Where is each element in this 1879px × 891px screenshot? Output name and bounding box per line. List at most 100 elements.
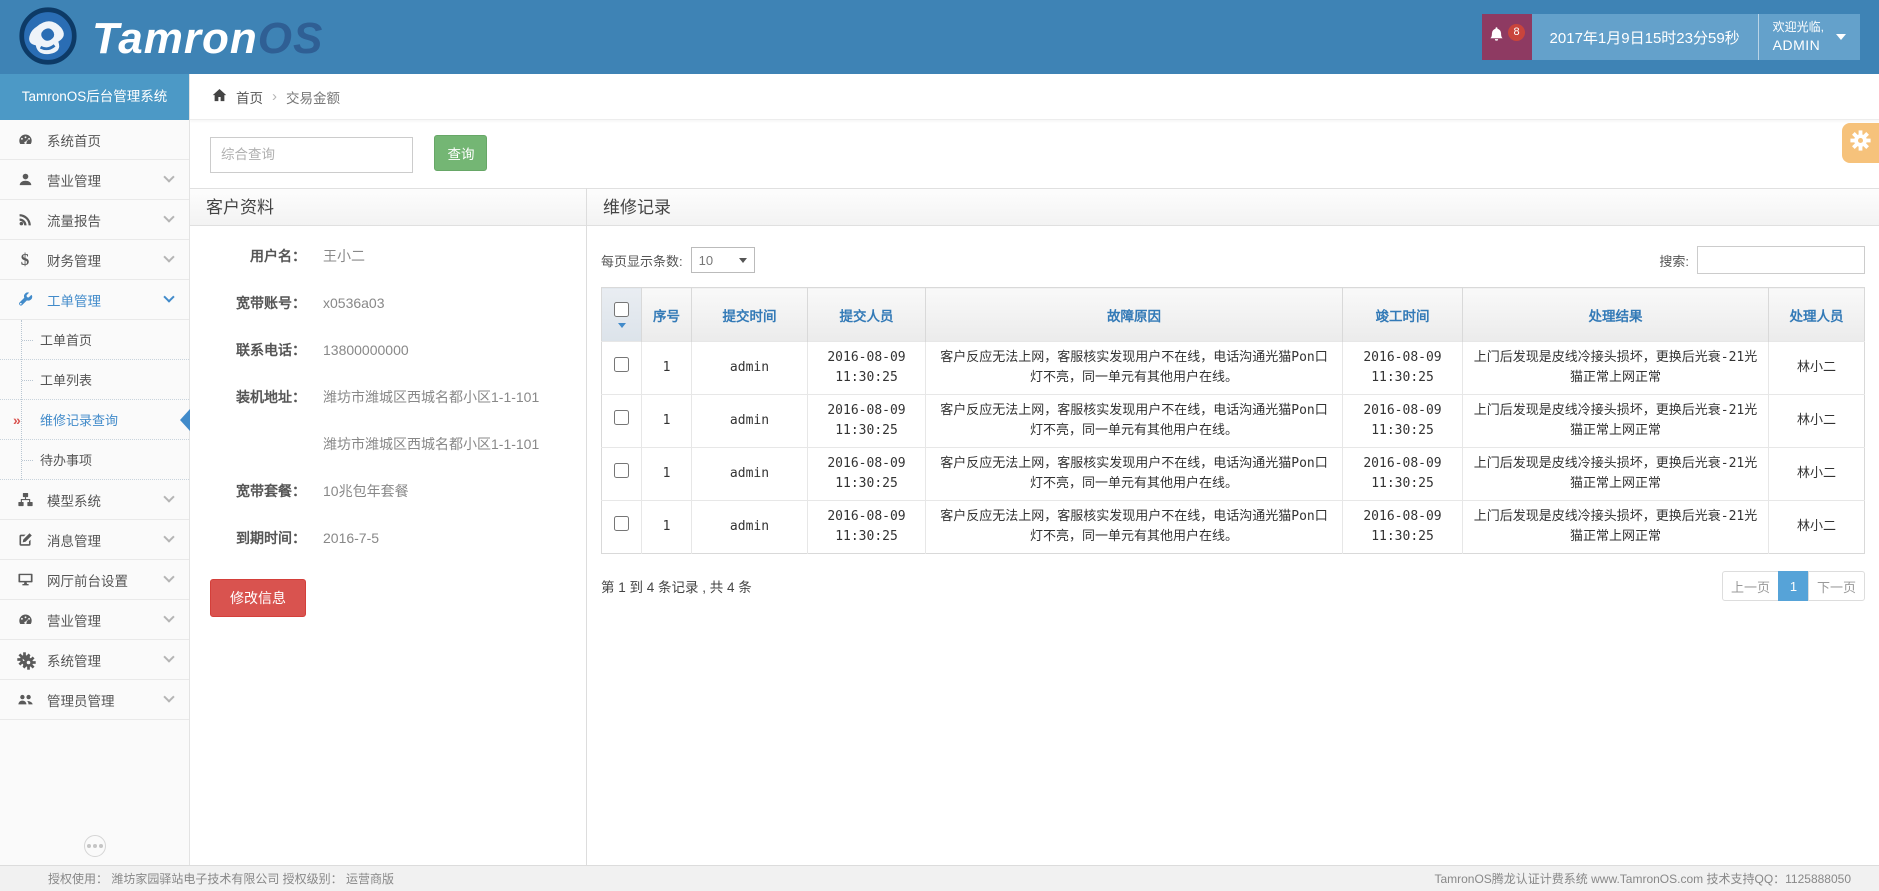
records-tbody: 1admin2016-08-09 11:30:25客户反应无法上网，客服核实发现… bbox=[602, 342, 1865, 554]
row-checkbox[interactable] bbox=[614, 357, 629, 372]
customer-field: 宽带账号：x0536a03 bbox=[210, 291, 566, 315]
row-checkbox[interactable] bbox=[614, 410, 629, 425]
customer-field: 潍坊市潍城区西城名都小区1-1-101 bbox=[210, 432, 566, 456]
sidebar-title: TamronOS后台管理系统 bbox=[0, 74, 189, 120]
query-toolbar: 查询 bbox=[190, 120, 1879, 188]
chevron-down-icon bbox=[163, 611, 174, 622]
repair-records-panel: 维修记录 每页显示条数: 10 搜索: bbox=[587, 188, 1879, 865]
query-button[interactable]: 查询 bbox=[434, 135, 487, 171]
sidebar-item[interactable]: 网厅前台设置 bbox=[0, 560, 189, 600]
table-cell: 客户反应无法上网，客服核实发现用户不在线，电话沟通光猫Pon口灯不亮，同一单元有… bbox=[926, 395, 1343, 448]
field-label bbox=[210, 432, 306, 456]
table-cell: 2016-08-09 11:30:25 bbox=[808, 342, 926, 395]
column-header[interactable]: 故障原因 bbox=[926, 288, 1343, 342]
sidebar-subitem[interactable]: 待办事项 bbox=[0, 440, 189, 480]
sidebar-item[interactable]: 消息管理 bbox=[0, 520, 189, 560]
table-cell: 2016-08-09 11:30:25 bbox=[1343, 395, 1463, 448]
column-header[interactable]: 竣工时间 bbox=[1343, 288, 1463, 342]
chevron-down-icon bbox=[163, 651, 174, 662]
sidebar-subitem[interactable]: 工单列表 bbox=[0, 360, 189, 400]
table-search-input[interactable] bbox=[1697, 246, 1865, 274]
sidebar-menu: 系统首页营业管理流量报告$财务管理工单管理工单首页工单列表»维修记录查询待办事项… bbox=[0, 120, 189, 720]
table-row: 1admin2016-08-09 11:30:25客户反应无法上网，客服核实发现… bbox=[602, 501, 1865, 554]
chevron-down-icon bbox=[163, 291, 174, 302]
sidebar-subitem-label: 工单列表 bbox=[40, 370, 92, 389]
caret-down-icon bbox=[1836, 34, 1846, 40]
row-checkbox-cell bbox=[602, 395, 642, 448]
sidebar-item[interactable]: 模型系统 bbox=[0, 480, 189, 520]
sidebar-item[interactable]: 流量报告 bbox=[0, 200, 189, 240]
per-page-value: 10 bbox=[699, 253, 713, 268]
table-cell: 客户反应无法上网，客服核实发现用户不在线，电话沟通光猫Pon口灯不亮，同一单元有… bbox=[926, 448, 1343, 501]
field-value: x0536a03 bbox=[323, 291, 385, 315]
sidebar-item[interactable]: 系统首页 bbox=[0, 120, 189, 160]
table-cell: 1 bbox=[642, 395, 692, 448]
table-search-control: 搜索: bbox=[1659, 246, 1865, 274]
sitemap-icon bbox=[15, 492, 35, 508]
table-cell: 上门后发现是皮线冷接头损坏，更换后光衰-21光猫正常上网正常 bbox=[1463, 342, 1769, 395]
table-row: 1admin 2016-08-09 11:30:25客户反应无法上网，客服核实发现… bbox=[602, 395, 1865, 448]
column-header[interactable]: 序号 bbox=[642, 288, 692, 342]
sidebar-collapse-handle[interactable] bbox=[84, 835, 106, 857]
pagination: 上一页 1 下一页 bbox=[1722, 571, 1865, 601]
search-input[interactable] bbox=[210, 137, 413, 173]
table-cell: 上门后发现是皮线冷接头损坏，更换后光衰-21光猫正常上网正常 bbox=[1463, 448, 1769, 501]
sidebar-item[interactable]: 管理员管理 bbox=[0, 680, 189, 720]
chevron-down-icon bbox=[163, 691, 174, 702]
notification-badge: 8 bbox=[1508, 24, 1525, 41]
field-value: 13800000000 bbox=[323, 338, 409, 362]
row-checkbox[interactable] bbox=[614, 516, 629, 531]
field-value: 王小二 bbox=[323, 244, 365, 268]
per-page-select[interactable]: 10 bbox=[691, 247, 755, 273]
app-logo: TamronOS bbox=[18, 6, 323, 71]
notifications-button[interactable]: 8 bbox=[1482, 14, 1532, 60]
field-label: 联系电话： bbox=[210, 338, 306, 362]
home-icon bbox=[212, 88, 227, 106]
row-checkbox[interactable] bbox=[614, 463, 629, 478]
edit-icon bbox=[15, 532, 35, 548]
table-cell: 2016-08-09 11:30:25 bbox=[808, 448, 926, 501]
per-page-control: 每页显示条数: 10 bbox=[601, 247, 755, 273]
sidebar-subitem[interactable]: 工单首页 bbox=[0, 320, 189, 360]
field-value: 潍坊市潍城区西城名都小区1-1-101 bbox=[323, 432, 539, 456]
table-cell: 林小二 bbox=[1769, 501, 1865, 554]
sidebar-item[interactable]: $财务管理 bbox=[0, 240, 189, 280]
sidebar-item[interactable]: 工单管理 bbox=[0, 280, 189, 320]
edit-info-button[interactable]: 修改信息 bbox=[210, 579, 306, 617]
wrench-icon bbox=[15, 292, 35, 308]
customer-panel: 客户资料 用户名：王小二宽带账号：x0536a03联系电话：1380000000… bbox=[190, 188, 587, 865]
users-icon bbox=[15, 692, 35, 708]
table-row: 1admin2016-08-09 11:30:25客户反应无法上网，客服核实发现… bbox=[602, 342, 1865, 395]
table-cell: 2016-08-09 11:30:25 bbox=[1343, 342, 1463, 395]
table-cell: 林小二 bbox=[1769, 448, 1865, 501]
gears-icon bbox=[15, 652, 35, 668]
next-page-button[interactable]: 下一页 bbox=[1808, 571, 1865, 601]
breadcrumb-home[interactable]: 首页 bbox=[236, 87, 263, 107]
sidebar: TamronOS后台管理系统 系统首页营业管理流量报告$财务管理工单管理工单首页… bbox=[0, 74, 190, 865]
table-cell: 1 bbox=[642, 501, 692, 554]
column-header[interactable]: 处理人员 bbox=[1769, 288, 1865, 342]
prev-page-button[interactable]: 上一页 bbox=[1722, 571, 1779, 601]
select-all-checkbox[interactable] bbox=[614, 302, 629, 317]
row-checkbox-cell bbox=[602, 448, 642, 501]
sidebar-item[interactable]: 系统管理 bbox=[0, 640, 189, 680]
sidebar-item[interactable]: 营业管理 bbox=[0, 600, 189, 640]
chevron-down-icon bbox=[163, 171, 174, 182]
rss-icon bbox=[15, 212, 35, 228]
records-table: 序号提交时间提交人员故障原因竣工时间处理结果处理人员 1admin2016-08… bbox=[601, 287, 1865, 554]
column-header[interactable]: 提交时间 bbox=[692, 288, 808, 342]
sidebar-item[interactable]: 营业管理 bbox=[0, 160, 189, 200]
current-page-button[interactable]: 1 bbox=[1778, 571, 1809, 601]
table-cell: 2016-08-09 11:30:25 bbox=[1343, 501, 1463, 554]
customer-fields: 用户名：王小二宽带账号：x0536a03联系电话：13800000000装机地址… bbox=[210, 244, 566, 550]
table-cell: 1 bbox=[642, 342, 692, 395]
column-header[interactable]: 提交人员 bbox=[808, 288, 926, 342]
column-header[interactable]: 处理结果 bbox=[1463, 288, 1769, 342]
chevron-down-icon bbox=[163, 531, 174, 542]
sidebar-subitem[interactable]: »维修记录查询 bbox=[0, 400, 189, 440]
settings-gear-button[interactable] bbox=[1842, 123, 1879, 163]
user-menu[interactable]: 欢迎光临, ADMIN bbox=[1758, 14, 1860, 60]
table-cell: admin bbox=[692, 395, 808, 448]
sidebar-subitem-label: 维修记录查询 bbox=[40, 410, 118, 429]
app: TamronOS 8 2017年1月9日15时23分59秒 欢迎光临, ADMI… bbox=[0, 0, 1879, 891]
